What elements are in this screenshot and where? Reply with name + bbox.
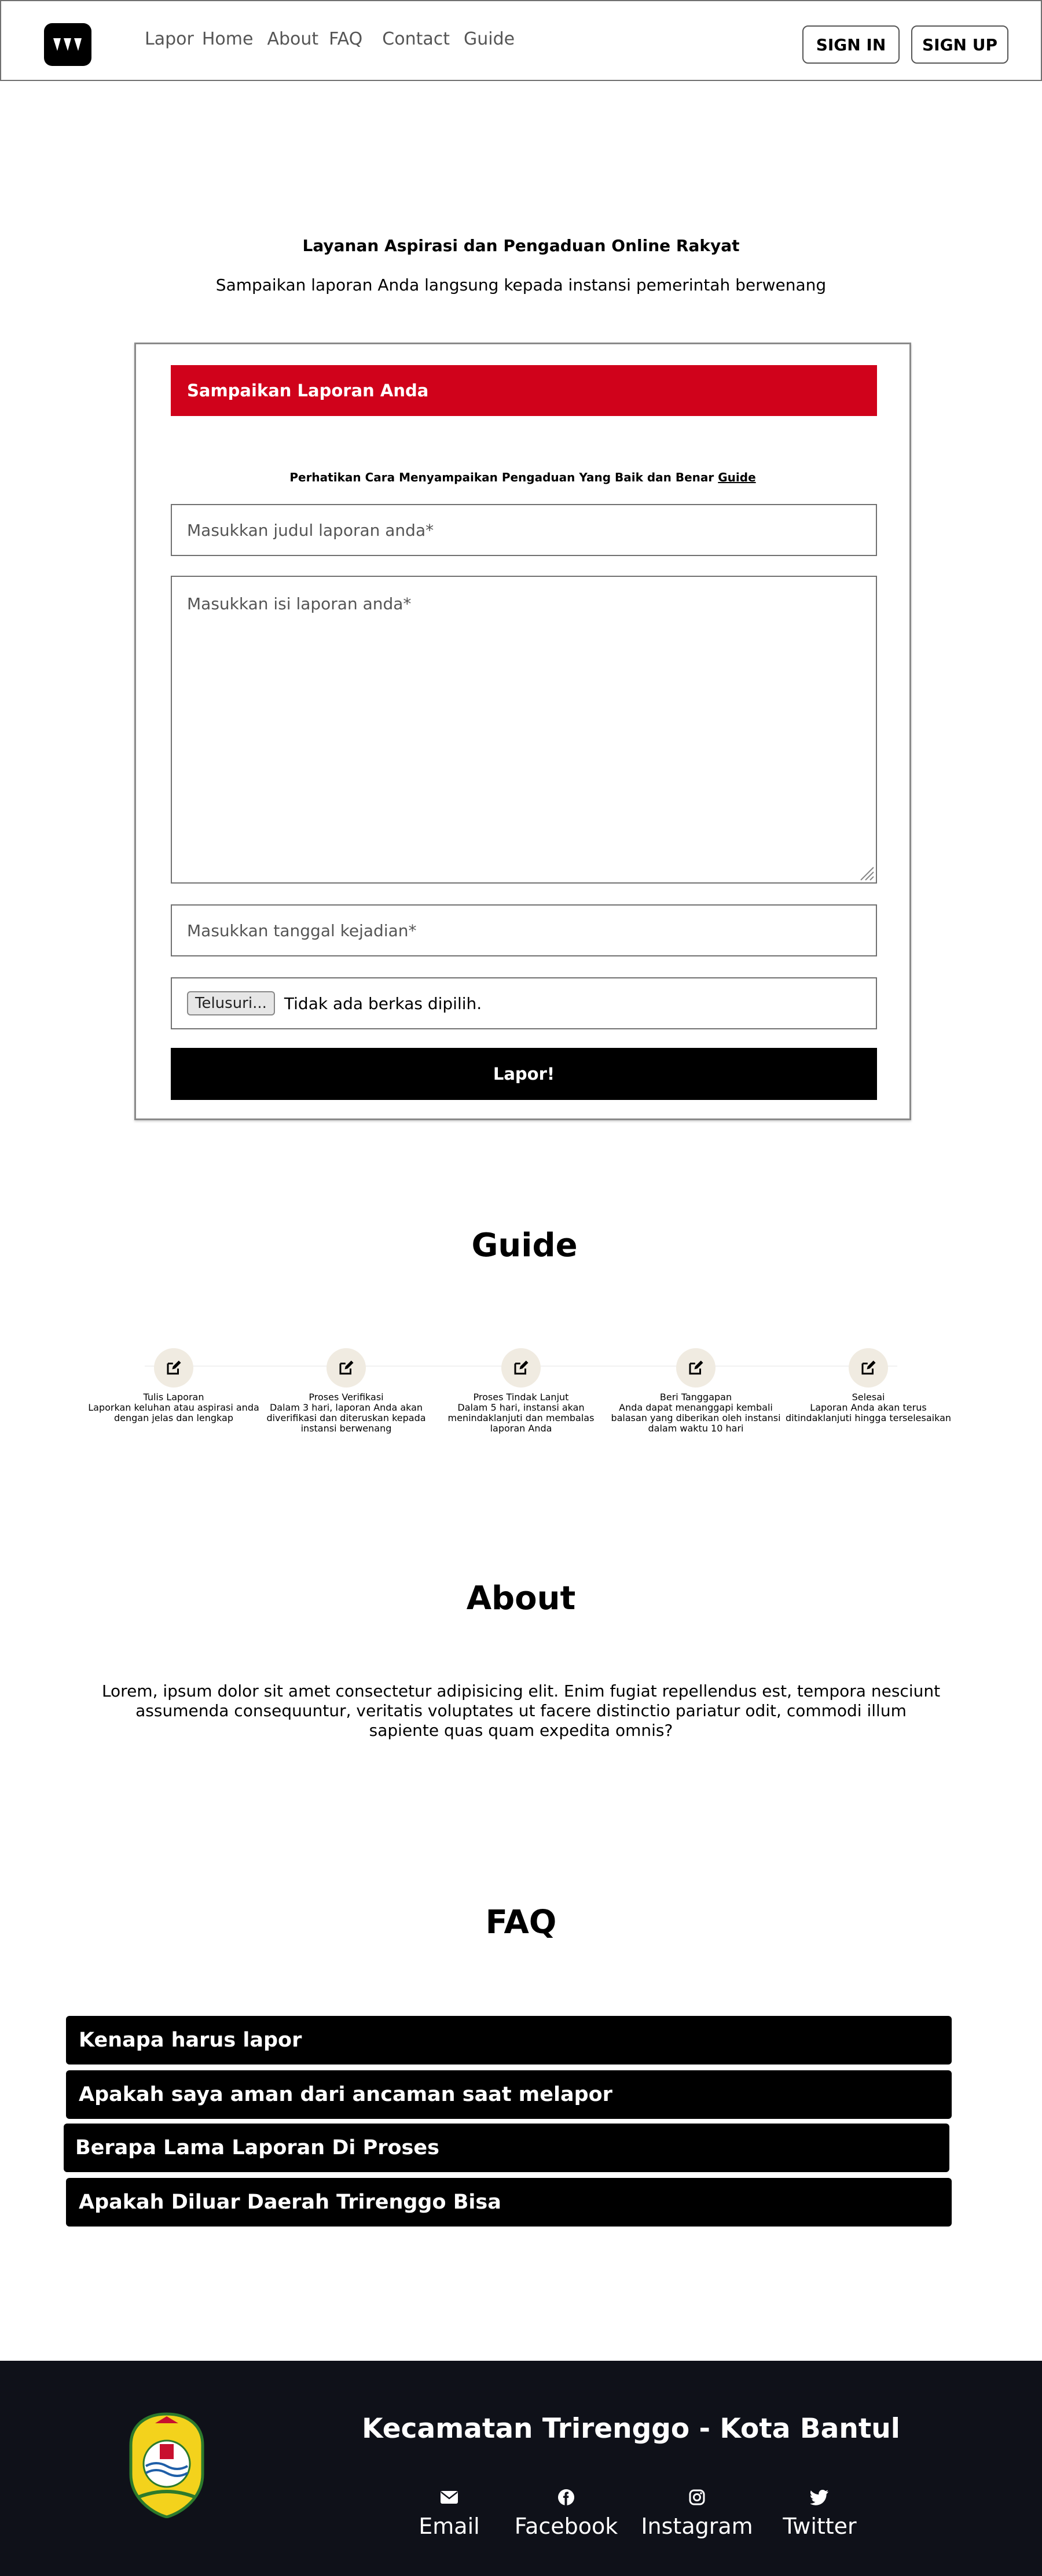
report-title-placeholder: Masukkan judul laporan anda* [187, 520, 434, 540]
report-form-card: Sampaikan Laporan Anda Perhatikan Cara M… [134, 343, 911, 1120]
guide-steps: Tulis Laporan Laporkan keluhan atau aspi… [87, 1348, 955, 1464]
sign-in-button[interactable]: SIGN IN [802, 25, 900, 64]
step-desc: Dalam 5 hari, instansi akan menindaklanj… [447, 1402, 595, 1434]
faq-item[interactable]: Apakah saya aman dari ancaman saat melap… [66, 2070, 952, 2119]
step-name: Tulis Laporan [143, 1392, 204, 1403]
nav-link-lapor[interactable]: Lapor [145, 29, 194, 49]
guide-link[interactable]: Guide [718, 470, 755, 484]
guide-step: Tulis Laporan Laporkan keluhan atau aspi… [87, 1348, 260, 1423]
navbar: Lapor Home About FAQ Contact Guide SIGN … [0, 0, 1042, 81]
social-facebook[interactable]: Facebook [508, 2487, 624, 2539]
incident-date-placeholder: Masukkan tanggal kejadian* [187, 921, 417, 940]
file-upload-field: Telusuri... Tidak ada berkas dipilih. [171, 977, 877, 1029]
file-status: Tidak ada berkas dipilih. [284, 993, 482, 1013]
social-label: Facebook [514, 2514, 618, 2539]
faq-item[interactable]: Kenapa harus lapor [66, 2016, 952, 2065]
about-text: Lorem, ipsum dolor sit amet consectetur … [101, 1681, 941, 1740]
edit-icon [326, 1348, 366, 1388]
report-title-input[interactable]: Masukkan judul laporan anda* [171, 504, 877, 556]
report-body-placeholder: Masukkan isi laporan anda* [187, 594, 412, 613]
nav-link-home[interactable]: Home [202, 29, 254, 49]
resize-handle-icon[interactable] [857, 864, 875, 881]
guide-step: Beri Tanggapan Anda dapat menanggapi kem… [609, 1348, 783, 1434]
form-header: Sampaikan Laporan Anda [171, 365, 877, 416]
step-name: Proses Tindak Lanjut [473, 1392, 569, 1403]
nav-link-about[interactable]: About [267, 29, 318, 49]
incident-date-input[interactable]: Masukkan tanggal kejadian* [171, 904, 877, 956]
envelope-icon [391, 2487, 507, 2508]
faq-item[interactable]: Berapa Lama Laporan Di Proses [64, 2124, 949, 2172]
social-label: Twitter [783, 2514, 857, 2539]
guide-step: Proses Verifikasi Dalam 3 hari, laporan … [259, 1348, 433, 1434]
report-body-textarea[interactable]: Masukkan isi laporan anda* [171, 576, 877, 884]
social-label: Email [419, 2514, 480, 2539]
edit-icon [676, 1348, 716, 1388]
social-label: Instagram [641, 2514, 753, 2539]
guide-step: Proses Tindak Lanjut Dalam 5 hari, insta… [434, 1348, 608, 1434]
twitter-icon [762, 2487, 878, 2508]
form-notice: Perhatikan Cara Menyampaikan Pengaduan Y… [136, 470, 909, 484]
footer-title: Kecamatan Trirenggo - Kota Bantul [362, 2413, 900, 2445]
nav-links: Lapor Home About FAQ Contact Guide [145, 29, 523, 49]
hero-subtitle: Sampaikan laporan Anda langsung kepada i… [215, 275, 827, 295]
step-name: Proses Verifikasi [309, 1392, 384, 1403]
edit-icon [501, 1348, 541, 1388]
facebook-icon [508, 2487, 624, 2508]
regency-seal-icon [129, 2412, 204, 2518]
guide-step: Selesai Laporan Anda akan terus ditindak… [782, 1348, 955, 1423]
sign-up-button[interactable]: SIGN UP [911, 25, 1008, 64]
hero-title: Layanan Aspirasi dan Pengaduan Online Ra… [302, 236, 740, 255]
notice-text: Perhatikan Cara Menyampaikan Pengaduan Y… [289, 470, 714, 484]
nav-link-guide[interactable]: Guide [464, 29, 515, 49]
step-desc: Anda dapat menanggapi kembali balasan ya… [611, 1402, 781, 1434]
step-name: Selesai [852, 1392, 885, 1403]
faq-item[interactable]: Apakah Diluar Daerah Trirenggo Bisa [66, 2178, 952, 2227]
nav-link-contact[interactable]: Contact [382, 29, 450, 49]
page: Lapor Home About FAQ Contact Guide SIGN … [0, 0, 1042, 2576]
edit-icon [849, 1348, 888, 1388]
faq-title: FAQ [485, 1904, 557, 1941]
social-instagram[interactable]: Instagram [639, 2487, 755, 2539]
social-email[interactable]: Email [391, 2487, 507, 2539]
social-twitter[interactable]: Twitter [762, 2487, 878, 2539]
footer: Kecamatan Trirenggo - Kota Bantul Email … [0, 2361, 1042, 2576]
about-title: About [466, 1580, 576, 1617]
instagram-icon [639, 2487, 755, 2508]
submit-report-button[interactable]: Lapor! [171, 1048, 877, 1100]
logo-icon [53, 38, 82, 51]
edit-icon [154, 1348, 193, 1388]
logo[interactable] [44, 23, 91, 66]
step-desc: Dalam 3 hari, laporan Anda akan diverifi… [266, 1402, 426, 1434]
browse-file-button[interactable]: Telusuri... [187, 991, 275, 1015]
guide-title: Guide [471, 1227, 578, 1264]
step-name: Beri Tanggapan [659, 1392, 732, 1403]
nav-link-faq[interactable]: FAQ [329, 29, 362, 49]
step-desc: Laporan Anda akan terus ditindaklanjuti … [785, 1402, 952, 1423]
step-desc: Laporkan keluhan atau aspirasi anda deng… [88, 1402, 259, 1423]
